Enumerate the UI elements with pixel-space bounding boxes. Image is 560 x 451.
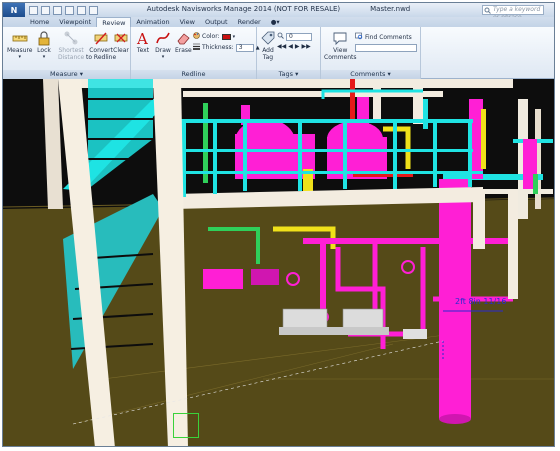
comment-icon <box>332 30 348 46</box>
tag-id-control: 0 <box>277 32 312 41</box>
text-label: Text <box>136 47 150 54</box>
shortest-distance-button[interactable]: Shortest Distance <box>58 30 84 61</box>
find-comments-icon <box>355 32 363 42</box>
app-window: N Autodesk Navisworks Manage 2014 (NOT F… <box>2 2 555 447</box>
eraser-icon <box>175 30 191 46</box>
clear-label: Clear <box>113 47 129 54</box>
shortest-distance-icon <box>63 30 79 46</box>
color-control[interactable]: Color: ▾ <box>193 32 235 41</box>
first-tag-icon[interactable]: ◀◀ <box>277 43 286 50</box>
selection-box <box>173 413 199 438</box>
tab-viewpoint[interactable]: Viewpoint <box>54 17 96 27</box>
ruler-icon <box>12 30 28 46</box>
add-tag-label-1: Add <box>262 47 274 54</box>
tag-find-icon <box>277 32 284 41</box>
color-swatch[interactable] <box>221 33 231 40</box>
quick-find-comments-input[interactable] <box>355 44 417 52</box>
tab-view[interactable]: View <box>175 17 200 27</box>
tags-panel: Add Tag 0 ◀◀ ◀ ▶ ▶▶ Tags ▾ <box>257 27 321 79</box>
ribbon-tabs: Home Viewpoint Review Animation View Out… <box>3 17 554 27</box>
lock-label: Lock <box>37 47 51 54</box>
measure-panel: Measure ▾ Lock ▾ Shortest Distance Conve… <box>3 27 131 79</box>
tab-render[interactable]: Render <box>233 17 266 27</box>
find-comments-button[interactable]: Find Comments <box>355 32 412 42</box>
last-tag-icon[interactable]: ▶▶ <box>301 43 310 50</box>
convert-label-1: Convert <box>89 47 113 54</box>
scene-viewport[interactable]: 2ft 8in 11/16 <box>3 79 555 447</box>
tag-navigation: ◀◀ ◀ ▶ ▶▶ <box>277 43 311 50</box>
lock-button[interactable]: Lock ▾ <box>36 30 52 61</box>
erase-button[interactable]: Erase <box>175 30 192 54</box>
redline-panel: A Text Draw ▾ Erase Color: ▾ Thickness: … <box>131 27 260 79</box>
draw-icon <box>155 30 171 46</box>
thickness-control: Thickness: 3 ▲ <box>193 43 260 52</box>
erase-label: Erase <box>175 47 192 54</box>
thickness-input[interactable]: 3 <box>235 43 254 52</box>
redline-panel-label: Redline <box>131 70 256 79</box>
convert-to-redline-button[interactable]: Convert to Redline <box>86 30 116 61</box>
view-comments-label-2: Comments <box>324 54 357 61</box>
clear-icon <box>113 30 129 46</box>
tag-icon <box>260 30 276 46</box>
title-bar: N Autodesk Navisworks Manage 2014 (NOT F… <box>3 3 554 21</box>
color-dropdown-icon[interactable]: ▾ <box>233 34 236 40</box>
comments-panel-label[interactable]: Comments ▾ <box>321 70 420 79</box>
add-tag-label-2: Tag <box>262 54 274 61</box>
tab-review[interactable]: Review <box>96 17 132 27</box>
text-icon: A <box>135 30 151 46</box>
next-tag-icon[interactable]: ▶ <box>295 43 300 50</box>
color-label: Color: <box>202 33 220 40</box>
plant-3d-model[interactable] <box>3 79 555 447</box>
add-tag-button[interactable]: Add Tag <box>260 30 276 61</box>
measure-button[interactable]: Measure ▾ <box>7 30 33 61</box>
text-button[interactable]: A Text <box>135 30 151 54</box>
tab-output[interactable]: Output <box>200 17 233 27</box>
ribbon-options-button[interactable]: ●▾ <box>266 17 285 27</box>
measure-panel-label[interactable]: Measure ▾ <box>3 70 130 79</box>
previous-tag-icon[interactable]: ◀ <box>288 43 293 50</box>
convert-redline-icon <box>93 30 109 46</box>
thickness-label: Thickness: <box>202 44 234 51</box>
view-comments-button[interactable]: View Comments <box>324 30 357 61</box>
measurement-label: 2ft 8in 11/16 <box>455 297 507 306</box>
tab-animation[interactable]: Animation <box>131 17 174 27</box>
palette-icon <box>193 32 200 41</box>
tag-id-input[interactable]: 0 <box>286 32 312 41</box>
svg-text:A: A <box>136 30 148 46</box>
shortest-label-1: Shortest <box>58 47 84 54</box>
draw-button[interactable]: Draw ▾ <box>155 30 171 61</box>
thickness-icon <box>193 43 200 52</box>
search-input[interactable]: Type a keyword or phrase <box>482 5 544 21</box>
find-comments-label: Find Comments <box>365 33 412 41</box>
tags-panel-label[interactable]: Tags ▾ <box>257 70 320 79</box>
view-comments-label-1: View <box>333 47 348 54</box>
draw-label: Draw <box>155 47 171 54</box>
lock-icon <box>36 30 52 46</box>
app-title: Autodesk Navisworks Manage 2014 (NOT FOR… <box>146 5 341 13</box>
clear-button[interactable]: Clear <box>113 30 129 54</box>
ribbon: Measure ▾ Lock ▾ Shortest Distance Conve… <box>3 27 554 79</box>
comments-panel: View Comments Find Comments Comments ▾ <box>321 27 421 79</box>
search-icon <box>484 7 491 14</box>
tab-home[interactable]: Home <box>25 17 54 27</box>
file-name: Master.nwd <box>370 5 411 13</box>
shortest-label-2: Distance <box>58 54 85 61</box>
convert-label-2: to Redline <box>86 54 117 61</box>
window-title: Autodesk Navisworks Manage 2014 (NOT FOR… <box>3 5 554 13</box>
measure-label: Measure <box>7 47 33 54</box>
